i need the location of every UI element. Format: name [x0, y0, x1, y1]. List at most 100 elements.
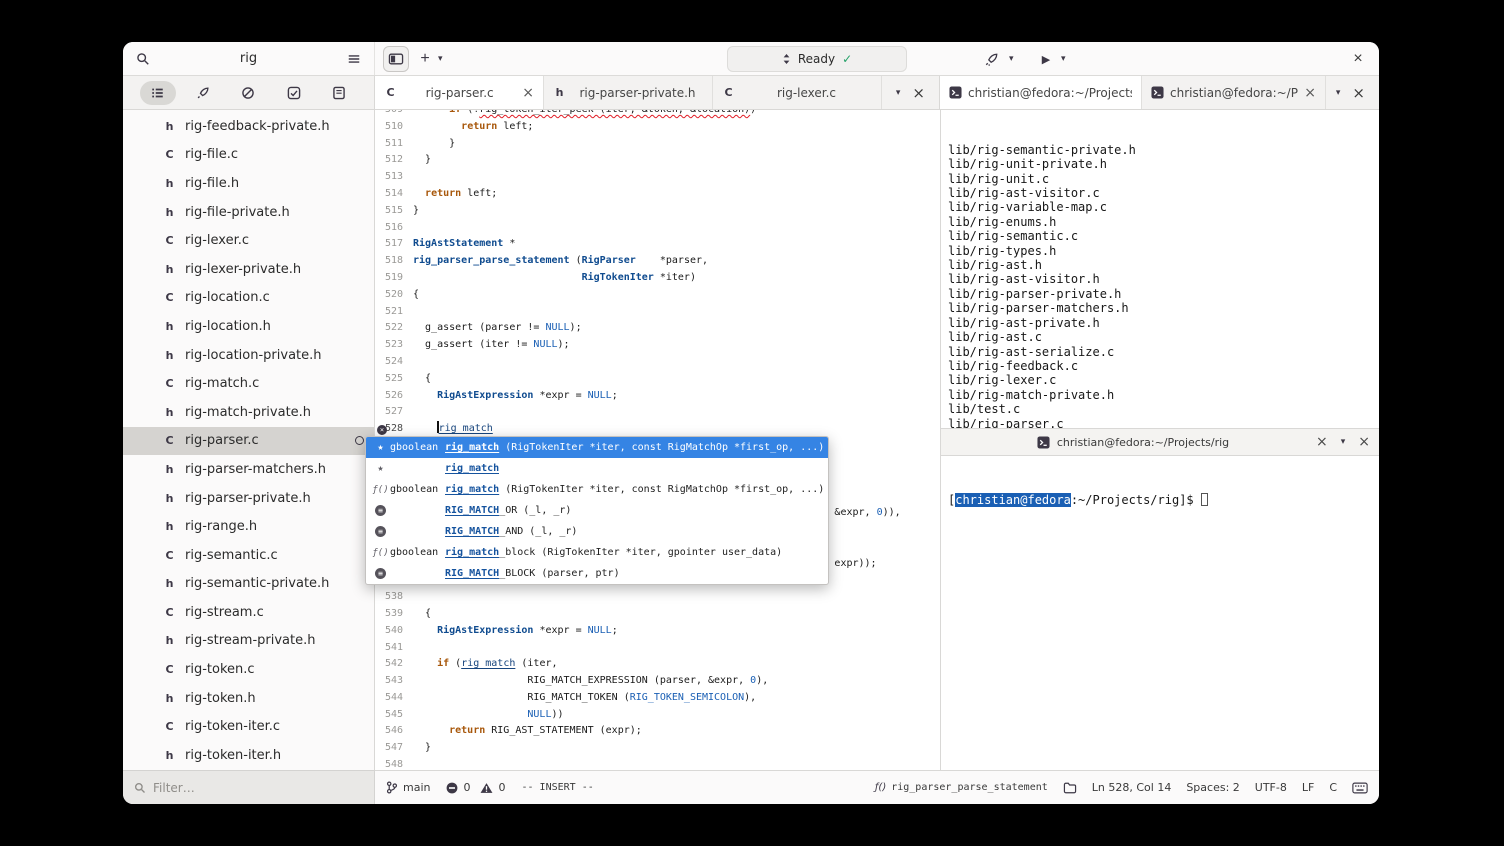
- code-line[interactable]: 509 if (!rig_token_iter_peek (iter, &tok…: [375, 110, 940, 119]
- code-line[interactable]: 542 if (rig_match (iter,: [375, 656, 940, 673]
- diagnostics-summary[interactable]: 0 0: [446, 781, 505, 794]
- code-line[interactable]: 527: [375, 404, 940, 421]
- completion-item[interactable]: ƒ() gboolean rig_match_block (RigTokenIter…: [366, 542, 828, 563]
- file-item[interactable]: h rig-parser-private.h: [123, 484, 374, 513]
- language-setting[interactable]: C: [1329, 781, 1337, 794]
- code-line[interactable]: 522 g_assert (parser != NULL);: [375, 320, 940, 337]
- file-item[interactable]: h rig-match-private.h: [123, 398, 374, 427]
- tab-rig-lexer-c[interactable]: C rig-lexer.c: [713, 76, 882, 109]
- indent-setting[interactable]: Spaces: 2: [1186, 781, 1239, 794]
- file-item[interactable]: h rig-feedback-private.h: [123, 112, 374, 141]
- code-line[interactable]: 521: [375, 304, 940, 321]
- file-item[interactable]: Crig-token-iter.c: [123, 712, 374, 741]
- file-item[interactable]: h rig-token.h: [123, 684, 374, 713]
- code-line[interactable]: 547 }: [375, 740, 940, 757]
- build-rocket-button[interactable]: [978, 46, 1004, 72]
- cursor-position[interactable]: Ln 528, Col 14: [1092, 781, 1172, 794]
- file-item[interactable]: Crig-location.c: [123, 284, 374, 313]
- tab-rig-parser-private-h[interactable]: h rig-parser-private.h: [544, 76, 713, 109]
- file-item[interactable]: h rig-token-iter.h: [123, 741, 374, 770]
- panel-toggle-button[interactable]: [383, 46, 409, 72]
- new-tab-button[interactable]: +: [412, 46, 438, 72]
- code-line[interactable]: 520 {: [375, 287, 940, 304]
- build-panel-button[interactable]: [185, 81, 221, 105]
- completion-item[interactable]: ƒ() gboolean rig_match (RigTokenIter *iter…: [366, 479, 828, 500]
- terminal-1[interactable]: lib/rig-semantic-private.h lib/rig-unit-p…: [941, 110, 1379, 428]
- code-line[interactable]: 512 }: [375, 152, 940, 169]
- tab-list-caret-icon[interactable]: ▾: [1336, 88, 1341, 98]
- completion-item[interactable]: ≡ RIG_MATCH_AND (_l, _r): [366, 521, 828, 542]
- code-line[interactable]: 518 rig_parser_parse_statement (RigParser…: [375, 253, 940, 270]
- encoding-setting[interactable]: UTF-8: [1255, 781, 1287, 794]
- code-line[interactable]: 541: [375, 640, 940, 657]
- completion-item[interactable]: ★ gboolean rig_match (RigTokenIter *iter, …: [366, 437, 828, 458]
- eol-setting[interactable]: LF: [1302, 781, 1314, 794]
- file-item[interactable]: h rig-location.h: [123, 312, 374, 341]
- symbol-button[interactable]: ƒ() rig_parser_parse_statement: [875, 782, 1048, 793]
- file-item[interactable]: h rig-parser-matchers.h: [123, 455, 374, 484]
- code-line[interactable]: 514 return left;: [375, 186, 940, 203]
- file-item[interactable]: Crig-stream.c: [123, 598, 374, 627]
- tab-close-icon[interactable]: ×: [522, 85, 534, 101]
- code-line[interactable]: 546 return RIG_AST_STATEMENT (expr);: [375, 723, 940, 740]
- code-line[interactable]: 510 return left;: [375, 119, 940, 136]
- menu-icon[interactable]: [347, 52, 361, 66]
- search-icon[interactable]: [136, 52, 150, 66]
- code-line[interactable]: 539 {: [375, 606, 940, 623]
- run-button[interactable]: ▶: [1033, 46, 1059, 72]
- terminal-2[interactable]: [christian@fedora:~/Projects/rig]$: [941, 456, 1379, 770]
- file-item[interactable]: Crig-parser.c: [123, 426, 374, 456]
- file-item[interactable]: Crig-lexer.c: [123, 226, 374, 255]
- completion-item[interactable]: ≡ RIG_MATCH_BLOCK (parser, ptr): [366, 563, 828, 584]
- code-line[interactable]: 523 g_assert (iter != NULL);: [375, 337, 940, 354]
- code-line[interactable]: 526 RigAstExpression *expr = NULL;: [375, 388, 940, 405]
- new-tab-caret-icon[interactable]: ▾: [438, 54, 443, 64]
- run-caret-icon[interactable]: ▾: [1061, 54, 1066, 64]
- todo-panel-button[interactable]: [276, 81, 312, 105]
- file-item[interactable]: h rig-location-private.h: [123, 341, 374, 370]
- code-line[interactable]: 516: [375, 220, 940, 237]
- panel-caret-icon[interactable]: ▾: [1341, 437, 1346, 447]
- file-item[interactable]: h rig-semantic-private.h: [123, 570, 374, 599]
- omnibar-status-button[interactable]: Ready ✓: [727, 46, 907, 72]
- file-item[interactable]: Crig-file.c: [123, 141, 374, 170]
- branch-button[interactable]: main: [386, 781, 430, 794]
- terminal-frame-close-icon[interactable]: ×: [1352, 84, 1365, 102]
- file-item[interactable]: h rig-file.h: [123, 169, 374, 198]
- tab-close-icon[interactable]: ×: [1304, 85, 1316, 101]
- code-line[interactable]: 544 RIG_MATCH_TOKEN (RIG_TOKEN_SEMICOLON…: [375, 690, 940, 707]
- editor-frame-close-icon[interactable]: ×: [912, 84, 925, 102]
- keyboard-icon[interactable]: [1352, 782, 1368, 794]
- code-line[interactable]: 519 RigTokenIter *iter): [375, 270, 940, 287]
- code-line[interactable]: 548: [375, 757, 940, 770]
- completion-item[interactable]: ★ rig_match: [366, 458, 828, 479]
- tab-list-caret-icon[interactable]: ▾: [896, 88, 901, 98]
- code-line[interactable]: 545 NULL)): [375, 707, 940, 724]
- file-item[interactable]: Crig-token.c: [123, 655, 374, 684]
- code-line[interactable]: 513: [375, 169, 940, 186]
- code-line[interactable]: 525 {: [375, 371, 940, 388]
- filter-input[interactable]: [153, 780, 353, 795]
- tab-rig-parser-c[interactable]: C rig-parser.c ×: [375, 76, 544, 109]
- completion-item[interactable]: ≡ RIG_MATCH_OR (_l, _r): [366, 500, 828, 521]
- code-line[interactable]: 515}: [375, 203, 940, 220]
- file-item[interactable]: h rig-range.h: [123, 512, 374, 541]
- file-item[interactable]: h rig-lexer-private.h: [123, 255, 374, 284]
- window-close-button[interactable]: ×: [1345, 46, 1371, 72]
- bookmarks-panel-button[interactable]: [321, 81, 357, 105]
- code-line[interactable]: 543 RIG_MATCH_EXPRESSION (parser, &expr,…: [375, 673, 940, 690]
- code-line[interactable]: 511 }: [375, 136, 940, 153]
- folder-icon[interactable]: [1063, 782, 1077, 794]
- code-line[interactable]: 538: [375, 589, 940, 606]
- build-caret-icon[interactable]: ▾: [1009, 54, 1014, 64]
- file-item[interactable]: h rig-stream-private.h: [123, 627, 374, 656]
- tab-terminal-2[interactable]: christian@fedora:~/Projects ×: [1142, 76, 1326, 109]
- outline-panel-button[interactable]: [139, 80, 176, 105]
- panel-close-icon[interactable]: ×: [1358, 434, 1370, 450]
- code-line[interactable]: 517 RigAstStatement *: [375, 236, 940, 253]
- panel-close-icon[interactable]: ×: [1316, 434, 1328, 450]
- file-item[interactable]: Crig-match.c: [123, 369, 374, 398]
- diagnostics-panel-button[interactable]: [230, 81, 266, 105]
- code-line[interactable]: 524: [375, 354, 940, 371]
- file-item[interactable]: h rig-file-private.h: [123, 198, 374, 227]
